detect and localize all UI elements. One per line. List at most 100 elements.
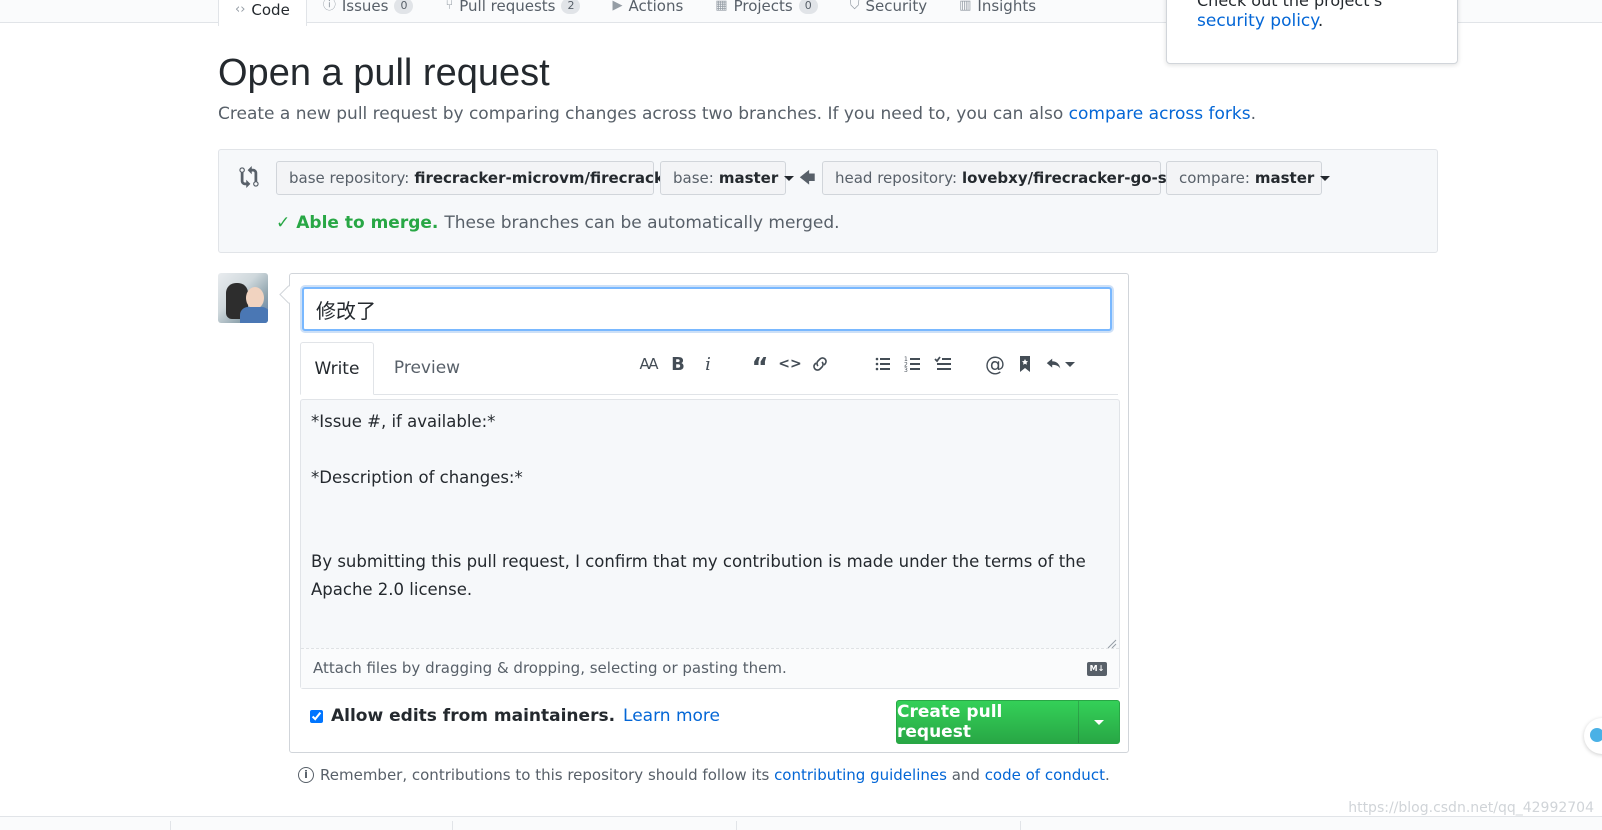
compare-across-forks-link[interactable]: compare across forks	[1069, 104, 1251, 124]
tab-actions[interactable]: ▶ Actions	[596, 0, 699, 22]
pr-body-text: *Issue #, if available:* *Description of…	[311, 412, 1086, 599]
arrow-left-icon: 🡄	[799, 168, 816, 187]
counter-badge: 2	[561, 0, 581, 14]
tab-code[interactable]: ‹› Code	[218, 0, 307, 26]
merge-message: These branches can be automatically merg…	[444, 213, 840, 233]
base-repository-value: firecracker-microvm/firecracker...	[414, 169, 697, 187]
counter-badge: 0	[798, 0, 818, 14]
code-icon[interactable]: <>	[775, 349, 805, 379]
caret-down-icon	[784, 175, 795, 181]
toolbar-group-lists: 123	[868, 346, 958, 382]
create-pull-request-button-group: Create pull request	[896, 700, 1120, 744]
chat-bubble-dot	[1590, 728, 1602, 742]
floating-chat-icon[interactable]	[1584, 718, 1602, 754]
ordered-list-icon[interactable]: 123	[898, 349, 928, 379]
pr-icon: ⑂	[445, 0, 454, 13]
tab-label: Pull requests	[459, 0, 556, 15]
tab-issues[interactable]: ⓘ Issues 0	[307, 0, 430, 22]
tab-label: Code	[251, 0, 290, 19]
caret-down-icon	[1320, 175, 1331, 181]
popover-link-wrap: security policy.	[1197, 11, 1323, 31]
allow-edits-checkbox[interactable]	[310, 709, 323, 723]
popover-text: Check out the project's	[1197, 0, 1383, 10]
reminder-text: Remember, contributions to this reposito…	[320, 766, 1110, 784]
description-text: Create a new pull request by comparing c…	[218, 104, 1069, 124]
tab-write[interactable]: Write	[300, 342, 374, 395]
reminder-middle: and	[946, 766, 985, 784]
check-icon: ✓	[276, 213, 291, 233]
pr-composer: Write Preview AA B i “ <> 123 @	[289, 273, 1129, 753]
tab-security[interactable]: ⛉ Security	[834, 0, 943, 22]
graph-icon: ▥	[959, 0, 972, 13]
code-of-conduct-link[interactable]: code of conduct	[985, 766, 1105, 784]
pr-title-input[interactable]	[302, 287, 1112, 331]
base-repository-select[interactable]: base repository: firecracker-microvm/fire…	[276, 161, 713, 195]
learn-more-link[interactable]: Learn more	[623, 706, 720, 726]
reminder-prefix: Remember, contributions to this reposito…	[320, 766, 775, 784]
avatar[interactable]	[218, 273, 268, 323]
base-branch-label: base:	[673, 169, 714, 187]
compare-branch-label: compare:	[1179, 169, 1250, 187]
head-repository-label: head repository:	[835, 169, 958, 187]
toolbar-group-insert: “ <>	[745, 345, 835, 383]
compare-branch-value: master	[1254, 169, 1315, 187]
security-policy-link[interactable]: security policy	[1197, 11, 1318, 31]
editor-tabnav: Write Preview AA B i “ <> 123 @	[300, 342, 1118, 395]
head-repository-value: lovebxy/firecracker-go-sdk	[962, 169, 1188, 187]
resize-grip-icon[interactable]	[1107, 634, 1117, 649]
compare-branch-select[interactable]: compare: master	[1166, 161, 1331, 195]
allow-edits-option[interactable]: Allow edits from maintainers. Learn more	[310, 706, 720, 726]
svg-text:3: 3	[904, 367, 908, 374]
reply-icon[interactable]	[1040, 349, 1080, 379]
git-compare-icon	[239, 166, 261, 190]
attach-files-hint[interactable]: Attach files by dragging & dropping, sel…	[301, 648, 1119, 688]
project-icon: ▦	[715, 0, 728, 13]
reminder-suffix: .	[1104, 766, 1110, 784]
code-icon: ‹›	[235, 1, 246, 17]
mention-icon[interactable]: @	[980, 349, 1010, 379]
popover-suffix: .	[1317, 11, 1324, 31]
description-suffix: .	[1250, 104, 1257, 124]
tab-label: Insights	[977, 0, 1037, 15]
bookmark-icon[interactable]	[1010, 349, 1040, 379]
toolbar-group-text: AA B i	[633, 346, 723, 382]
contributing-guidelines-link[interactable]: contributing guidelines	[774, 766, 947, 784]
header-text-icon[interactable]: AA	[633, 349, 663, 379]
merge-ok-text: Able to merge.	[296, 213, 439, 233]
create-pull-request-button[interactable]: Create pull request	[897, 701, 1079, 743]
italic-icon[interactable]: i	[693, 349, 723, 379]
toolbar-group-refs: @	[980, 346, 1080, 382]
page-description: Create a new pull request by comparing c…	[218, 104, 1256, 124]
quote-icon[interactable]: “	[745, 345, 775, 383]
contribution-reminder: i Remember, contributions to this reposi…	[298, 766, 1110, 784]
markdown-icon[interactable]: M↓	[1087, 662, 1107, 676]
tab-label: Security	[865, 0, 928, 15]
range-editor: base repository: firecracker-microvm/fire…	[218, 149, 1438, 253]
allow-edits-label: Allow edits from maintainers.	[331, 706, 616, 726]
bottom-tabs-bar	[0, 816, 1602, 830]
bold-icon[interactable]: B	[663, 349, 693, 379]
task-list-icon[interactable]	[928, 349, 958, 379]
tab-label: Issues	[341, 0, 389, 15]
page-title: Open a pull request	[218, 52, 550, 94]
repo-tabs: ‹› Code ⓘ Issues 0 ⑂ Pull requests 2 ▶ A…	[218, 0, 1052, 26]
link-icon[interactable]	[805, 349, 835, 379]
create-options-dropdown[interactable]	[1079, 701, 1119, 743]
tab-pull-requests[interactable]: ⑂ Pull requests 2	[429, 0, 596, 22]
shield-icon: ⛉	[849, 0, 860, 13]
avatar-face	[246, 287, 264, 309]
avatar-shirt	[240, 307, 268, 323]
info-icon: i	[298, 767, 314, 783]
base-branch-select[interactable]: base: master	[660, 161, 795, 195]
tab-projects[interactable]: ▦ Projects 0	[699, 0, 833, 22]
unordered-list-icon[interactable]	[868, 349, 898, 379]
base-branch-value: master	[718, 169, 779, 187]
pr-body-textarea[interactable]: *Issue #, if available:* *Description of…	[300, 399, 1120, 689]
issue-icon: ⓘ	[322, 0, 336, 13]
caret-down-icon	[1094, 719, 1104, 725]
tab-insights[interactable]: ▥ Insights	[943, 0, 1052, 22]
head-repository-select[interactable]: head repository: lovebxy/firecracker-go-s…	[822, 161, 1204, 195]
caret-down-icon	[1065, 361, 1075, 367]
watermark: https://blog.csdn.net/qq_42992704	[1348, 800, 1594, 816]
tab-preview[interactable]: Preview	[382, 342, 472, 394]
